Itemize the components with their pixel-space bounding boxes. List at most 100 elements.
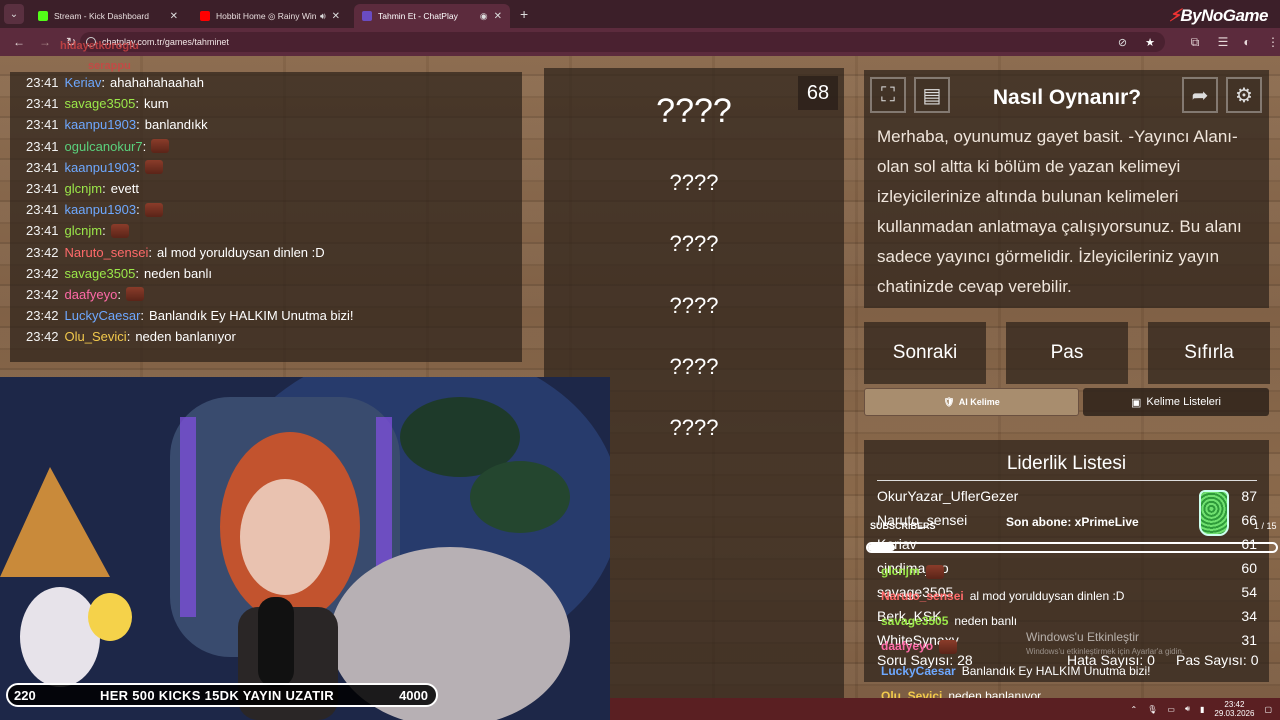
back-button[interactable]: ←	[12, 35, 26, 49]
url-field[interactable]: chatplay.com.tr/games/tahminet ⊘ ★	[80, 32, 1165, 52]
chat-username[interactable]: kaanpu1903	[65, 160, 137, 175]
tab-search-button[interactable]: ⌄	[4, 4, 24, 24]
chat-username[interactable]: glcnjm	[65, 223, 103, 238]
eye-off-icon[interactable]: ⊘	[1118, 36, 1127, 49]
emote-icon	[144, 202, 163, 217]
overlay-chat-user: daafyeyo	[881, 639, 934, 653]
new-tab-button[interactable]: +	[520, 6, 528, 22]
chat-username[interactable]: kaanpu1903	[65, 117, 137, 132]
overlay-chat-user: glcnjm	[881, 564, 920, 578]
youtube-favicon-icon	[200, 11, 210, 21]
chat-username[interactable]: glcnjm	[65, 181, 103, 196]
chat-separator: :	[140, 308, 145, 324]
exit-icon[interactable]: ➦	[1182, 77, 1218, 113]
ticker-text: HER 500 KICKS 15DK YAYIN UZATIR	[100, 687, 334, 703]
chat-text: ahahahahaahah	[110, 75, 205, 91]
chat-list: 23:41 Keriav: ahahahahaahah 23:41 savage3505…	[26, 72, 522, 347]
chat-username[interactable]: Naruto_sensei	[65, 245, 149, 260]
kick-jar-icon	[1199, 490, 1229, 536]
volume-icon[interactable]: 🔊︎	[1185, 704, 1190, 714]
extensions-icon[interactable]: ⧉	[1188, 35, 1202, 50]
tab-tahmin-et[interactable]: Tahmin Et - ChatPlay ◉ ✕	[354, 4, 510, 28]
divider	[877, 480, 1257, 481]
ticker-left-value: 220	[14, 687, 36, 703]
clock[interactable]: 23:42 29.03.2026	[1214, 700, 1254, 718]
ai-word-button[interactable]: 🛡︎ AI Kelime	[864, 388, 1079, 416]
chat-timestamp: 23:42	[26, 244, 59, 260]
fullscreen-icon[interactable]: ⛶	[870, 77, 906, 113]
chat-username[interactable]: kaanpu1903	[65, 202, 137, 217]
tab-bar: ⌄ Stream - Kick Dashboard ✕ Hobbit Home …	[0, 0, 1280, 28]
ticker-right-value: 4000	[399, 687, 428, 703]
donation-ticker: 220 HER 500 KICKS 15DK YAYIN UZATIR 4000	[6, 683, 438, 707]
chat-message: 23:41 glcnjm: evett	[26, 178, 522, 199]
tab-title: Hobbit Home ◎ Rainy Win	[216, 10, 316, 21]
forbidden-word: ????	[669, 170, 719, 195]
person-face	[240, 479, 330, 595]
notes-icon[interactable]: ▤	[914, 77, 950, 113]
clipboard-icon: ▣	[1131, 396, 1142, 409]
howto-text: Merhaba, oyunumuz gayet basit. -Yayıncı …	[877, 127, 1242, 296]
forbidden-word: ????	[669, 231, 719, 256]
reading-list-icon[interactable]: ☰	[1216, 35, 1230, 49]
chat-separator: :	[102, 181, 106, 197]
settings-gear-icon[interactable]: ⚙	[1226, 77, 1262, 113]
notification-icon[interactable]: ▢	[1264, 705, 1272, 714]
chat-username[interactable]: Olu_Sevici	[65, 329, 127, 344]
chat-username[interactable]: ogulcanokur7	[65, 139, 143, 154]
chat-message: 23:41 kaanpu1903: banlandıkk	[26, 114, 522, 135]
microphone-icon[interactable]: 🎙︎	[1147, 705, 1157, 714]
kick-favicon-icon	[38, 11, 48, 21]
speaker-icon[interactable]: 🔊︎	[320, 11, 326, 22]
chat-separator: :	[101, 75, 106, 91]
chatplay-favicon-icon	[362, 11, 372, 21]
chat-username[interactable]: savage3505	[65, 266, 136, 281]
chat-username[interactable]: daafyeyo	[65, 287, 118, 302]
clock-date: 29.03.2026	[1214, 709, 1255, 718]
chat-timestamp: 23:42	[26, 286, 59, 302]
tab-hobbit-home[interactable]: Hobbit Home ◎ Rainy Win 🔊︎ ✕	[192, 4, 348, 28]
tray-chevron-icon[interactable]: ⌃	[1131, 705, 1138, 714]
network-icon[interactable]: ▭	[1167, 705, 1175, 714]
chat-text: banlandıkk	[144, 117, 208, 133]
leaderboard-score: 34	[1241, 608, 1257, 624]
overlay-chat-user: Naruto_sensei	[881, 589, 964, 603]
chat-username[interactable]: Keriav	[65, 75, 102, 90]
chat-username[interactable]: savage3505	[65, 96, 136, 111]
address-bar: ← → ↻ chatplay.com.tr/games/tahminet ⊘ ★…	[0, 28, 1280, 56]
overlay-chat-line: savage3505 neden banlı	[881, 614, 1017, 628]
chat-timestamp: 23:42	[26, 308, 59, 324]
subscriber-progress-bar	[866, 542, 1278, 553]
battery-icon[interactable]: ▮	[1200, 705, 1204, 714]
chat-separator: :	[126, 329, 131, 345]
reset-button[interactable]: Sıfırla	[1148, 322, 1270, 384]
chat-message: 23:41 ogulcanokur7:	[26, 136, 522, 157]
leaderboard-score: 87	[1241, 488, 1257, 504]
tab-kick-dashboard[interactable]: Stream - Kick Dashboard ✕	[30, 4, 186, 28]
close-icon[interactable]: ✕	[332, 11, 340, 22]
emote-icon	[125, 287, 144, 302]
chat-separator: :	[136, 159, 140, 175]
chat-timestamp: 23:42	[26, 265, 59, 281]
chat-text: evett	[110, 181, 139, 197]
overlay-name-2: serappu	[88, 60, 131, 72]
pass-button[interactable]: Pas	[1006, 322, 1128, 384]
forbidden-word: ????	[669, 293, 719, 318]
chat-timestamp: 23:41	[26, 223, 59, 239]
overlay-chat-line: glcnjm	[881, 564, 944, 579]
overlay-name-1: hidayetkoroglu	[60, 40, 139, 52]
forward-button[interactable]: →	[38, 35, 52, 49]
next-button[interactable]: Sonraki	[864, 322, 986, 384]
leaderboard-score: 60	[1241, 560, 1257, 576]
profile-avatar[interactable]: ◐	[1240, 35, 1254, 49]
emote-icon	[939, 639, 958, 654]
word-lists-button[interactable]: ▣ Kelime Listeleri	[1083, 388, 1269, 416]
bookmark-star-icon[interactable]: ★	[1145, 36, 1155, 49]
chat-timestamp: 23:41	[26, 202, 59, 218]
close-icon[interactable]: ✕	[494, 11, 502, 22]
close-icon[interactable]: ✕	[170, 11, 178, 22]
chat-message: 23:42 savage3505: neden banlı	[26, 263, 522, 284]
browser-menu-icon[interactable]: ⋮	[1266, 35, 1280, 49]
overlay-chat-line: Naruto_sensei al mod yorulduysan dinlen :…	[881, 589, 1124, 603]
chat-username[interactable]: LuckyCaesar	[65, 308, 141, 323]
